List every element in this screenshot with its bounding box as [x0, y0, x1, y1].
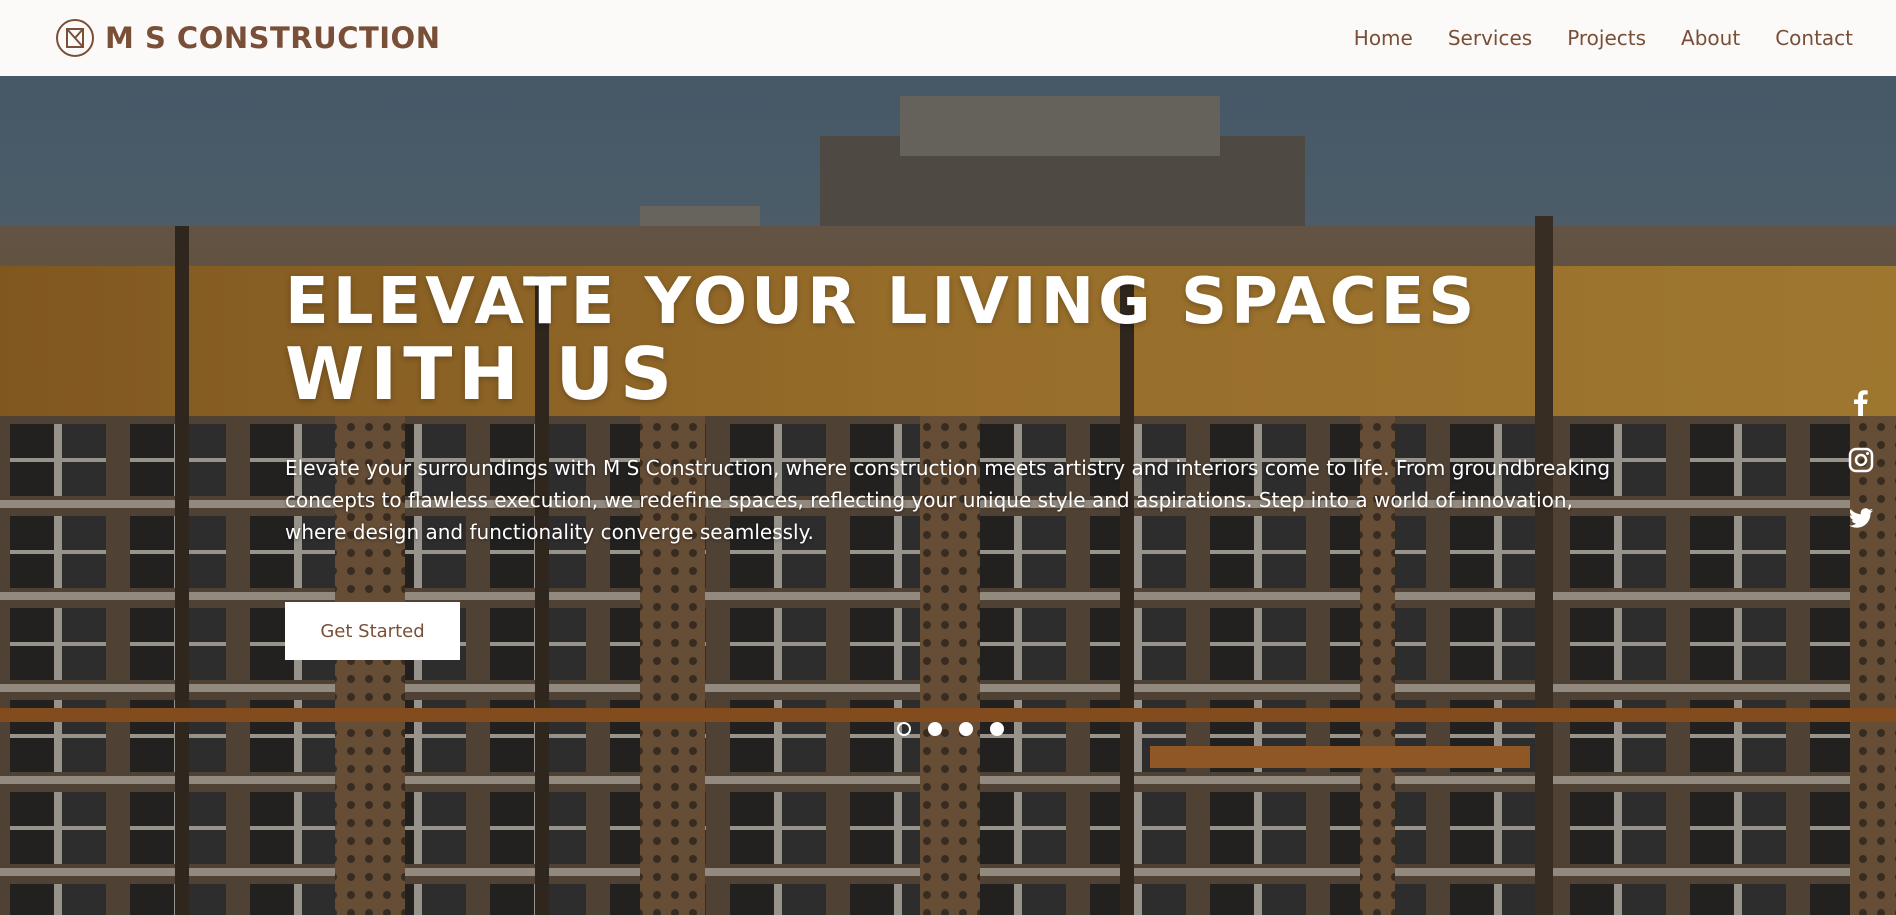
hero-title: ELEVATE YOUR LIVING SPACES WITH US — [285, 266, 1635, 410]
brand-link[interactable]: M S CONSTRUCTION — [55, 18, 440, 58]
nav-about[interactable]: About — [1681, 26, 1740, 50]
slide-dot-3[interactable] — [959, 722, 973, 736]
ms-monogram-icon — [56, 19, 94, 57]
site-header: M S CONSTRUCTION Home Services Projects … — [0, 0, 1896, 76]
hero-description: Elevate your surroundings with M S Const… — [285, 456, 1611, 544]
slide-dot-2[interactable] — [928, 722, 942, 736]
hero-content: ELEVATE YOUR LIVING SPACES WITH US Eleva… — [285, 266, 1635, 660]
hero-section: ELEVATE YOUR LIVING SPACES WITH US Eleva… — [0, 76, 1896, 915]
nav-home[interactable]: Home — [1354, 26, 1413, 50]
slide-dot-4[interactable] — [990, 722, 1004, 736]
facebook-icon[interactable] — [1847, 388, 1875, 416]
twitter-icon[interactable] — [1847, 504, 1875, 532]
instagram-icon[interactable] — [1847, 446, 1875, 474]
slide-dot-1[interactable] — [897, 722, 911, 736]
nav-services[interactable]: Services — [1448, 26, 1532, 50]
get-started-button[interactable]: Get Started — [285, 602, 460, 660]
hero-title-line2: WITH US — [285, 332, 678, 416]
social-links — [1847, 388, 1875, 532]
main-nav: Home Services Projects About Contact — [1354, 26, 1853, 50]
nav-contact[interactable]: Contact — [1775, 26, 1853, 50]
hero-title-line1: ELEVATE YOUR LIVING SPACES — [285, 265, 1479, 339]
nav-projects[interactable]: Projects — [1567, 26, 1646, 50]
slider-dots — [897, 722, 1004, 736]
brand-name: M S CONSTRUCTION — [105, 21, 441, 55]
